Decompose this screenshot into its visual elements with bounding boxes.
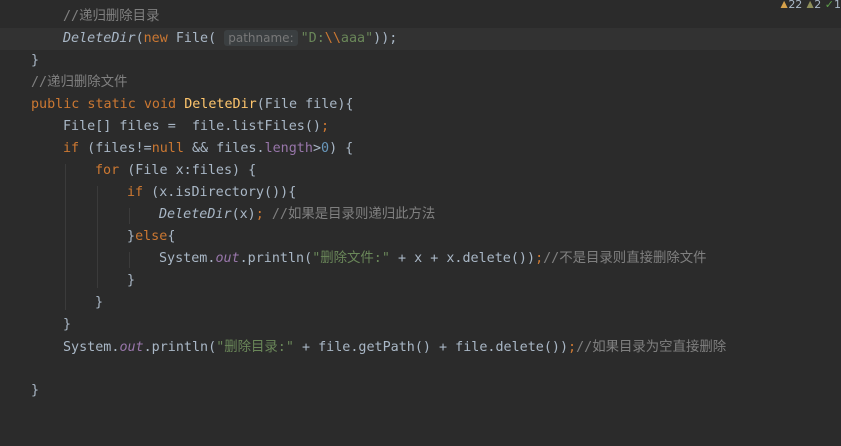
code-line[interactable]: }	[0, 380, 841, 402]
static-field: out	[215, 251, 240, 266]
comment: //不是目录则直接删除文件	[543, 251, 707, 266]
keyword: else	[135, 229, 168, 244]
string-literal: "删除文件:"	[312, 251, 390, 266]
modifiers: public static void	[31, 97, 185, 112]
keyword: if	[127, 185, 144, 200]
method-call: DeleteDir	[63, 31, 136, 46]
escape-sequence: \\	[324, 31, 341, 46]
closing-brace: }	[95, 295, 104, 310]
comment: //如果目录为空直接删除	[576, 340, 727, 355]
code-line[interactable]: //递归删除目录	[0, 6, 841, 28]
keyword: null	[151, 141, 184, 156]
statement: File[] files = file.listFiles()	[63, 119, 321, 134]
parameter-hint: pathname:	[224, 30, 298, 46]
number-literal: 0	[321, 141, 330, 156]
comment: //递归删除目录	[63, 9, 160, 24]
keyword: if	[63, 141, 80, 156]
method-name: DeleteDir	[184, 97, 257, 112]
closing-brace: }	[31, 383, 40, 398]
code-line[interactable]: }	[0, 292, 841, 314]
code-line[interactable]: public static void DeleteDir(File file){	[0, 94, 841, 116]
code-line[interactable]: DeleteDir(x); //如果是目录则递归此方法	[0, 204, 841, 226]
comment: //递归删除文件	[31, 75, 128, 90]
code-line[interactable]: }else{	[0, 226, 841, 248]
code-line[interactable]: if (x.isDirectory()){	[0, 182, 841, 204]
closing-brace: }	[127, 273, 136, 288]
code-line[interactable]: for (File x:files) {	[0, 160, 841, 182]
code-line[interactable]: System.out.println("删除目录:" + file.getPat…	[0, 337, 841, 359]
code-line[interactable]: }	[0, 270, 841, 292]
code-line[interactable]: //递归删除文件	[0, 72, 841, 94]
string-literal: "删除目录:"	[216, 340, 294, 355]
comment: //如果是目录则递归此方法	[271, 207, 436, 222]
keyword: for	[95, 163, 120, 178]
method-params: (File file){	[256, 97, 354, 112]
closing-brace: }	[63, 317, 72, 332]
code-line-current[interactable]: DeleteDir(new File( pathname: "D:\\aaa"))…	[0, 28, 841, 50]
code-editor[interactable]: ▲22 ▲2 ✓1 //递归删除目录 DeleteDir(new File( p…	[0, 0, 841, 405]
code-line[interactable]: if (files!=null && files.length>0) {	[0, 138, 841, 160]
code-line[interactable]: }	[0, 50, 841, 72]
static-field: out	[119, 340, 144, 355]
string-literal: "D:	[300, 31, 325, 46]
closing-brace: }	[31, 53, 40, 68]
code-line[interactable]: }	[0, 314, 841, 336]
field: length	[264, 141, 313, 156]
code-line[interactable]: System.out.println("删除文件:" + x + x.delet…	[0, 248, 841, 270]
method-call: DeleteDir	[159, 207, 232, 222]
code-line[interactable]: File[] files = file.listFiles();	[0, 116, 841, 138]
code-line-empty[interactable]	[0, 359, 841, 381]
keyword: new	[143, 31, 168, 46]
